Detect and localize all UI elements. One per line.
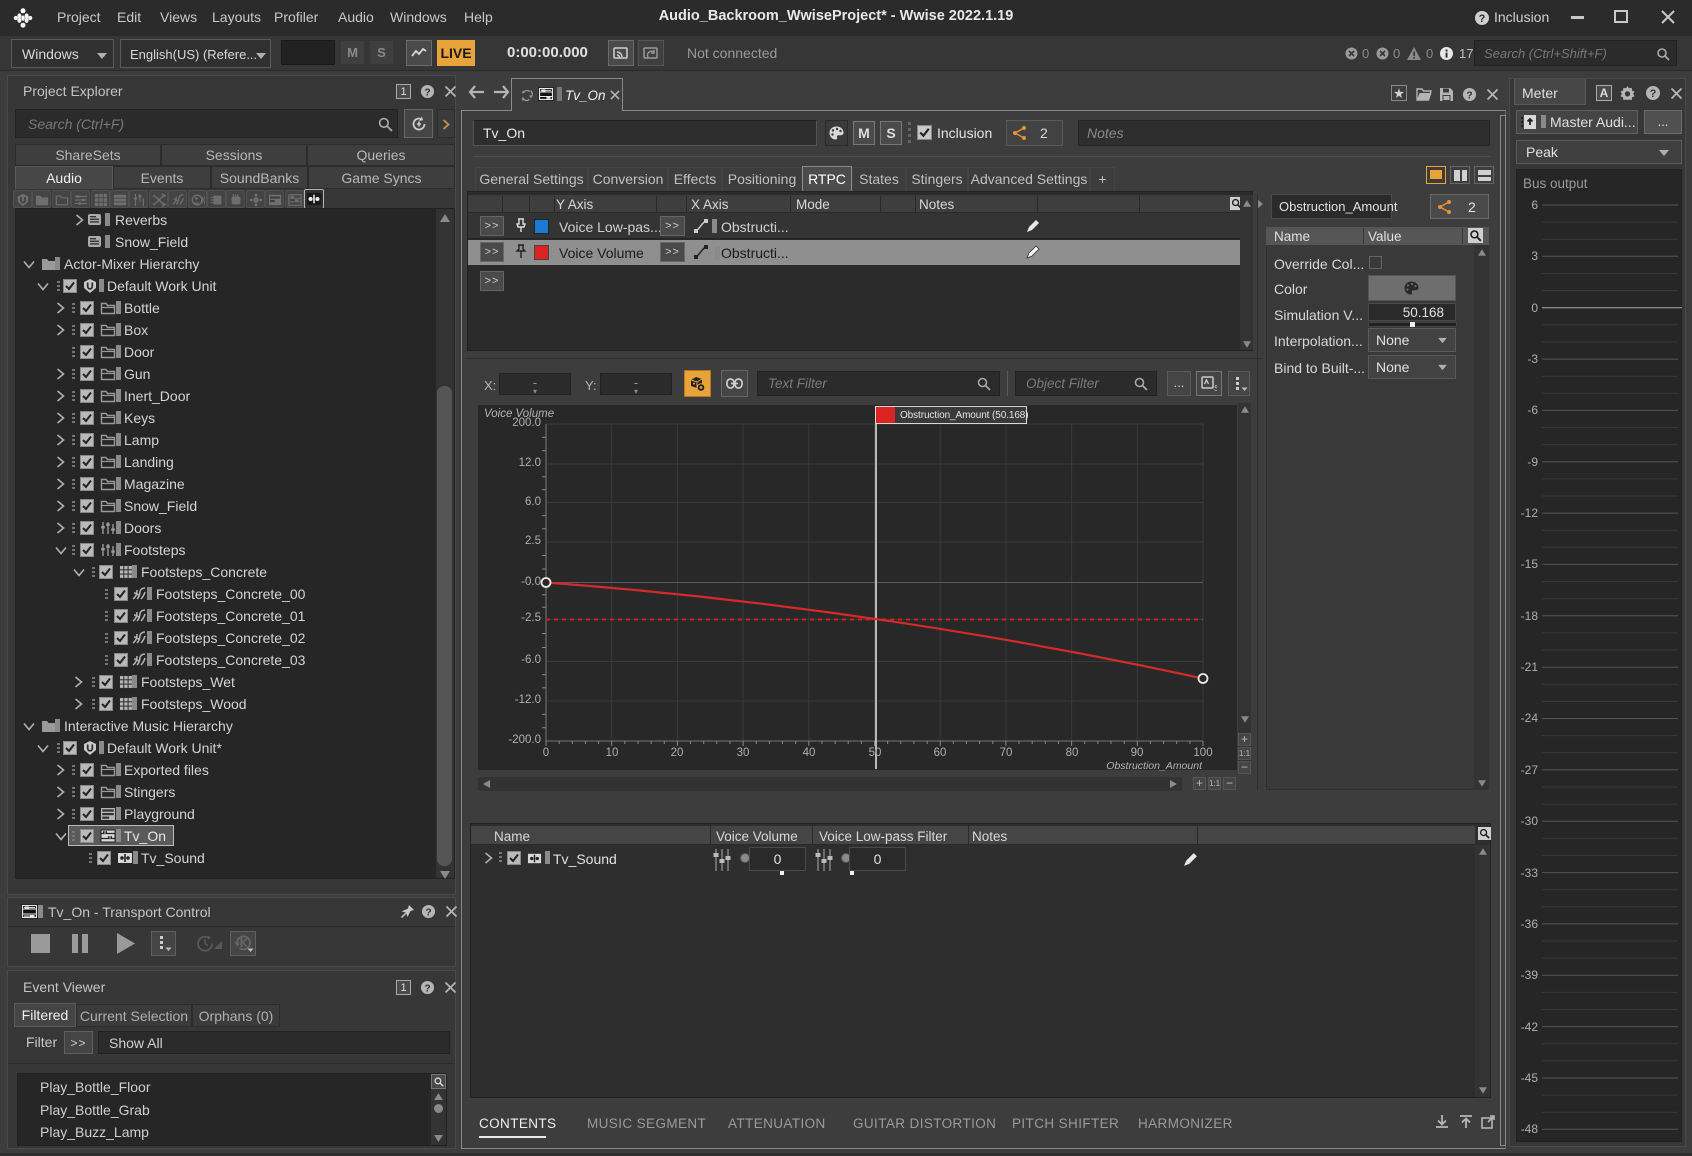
svg-text:?: ? <box>424 983 430 994</box>
svg-text:?: ? <box>1479 13 1486 25</box>
svg-text:S: S <box>1214 384 1217 392</box>
svg-text:?: ? <box>1466 90 1472 101</box>
svg-text:?: ? <box>425 907 431 918</box>
svg-text:?: ? <box>1650 88 1657 100</box>
svg-text:?: ? <box>424 87 430 98</box>
